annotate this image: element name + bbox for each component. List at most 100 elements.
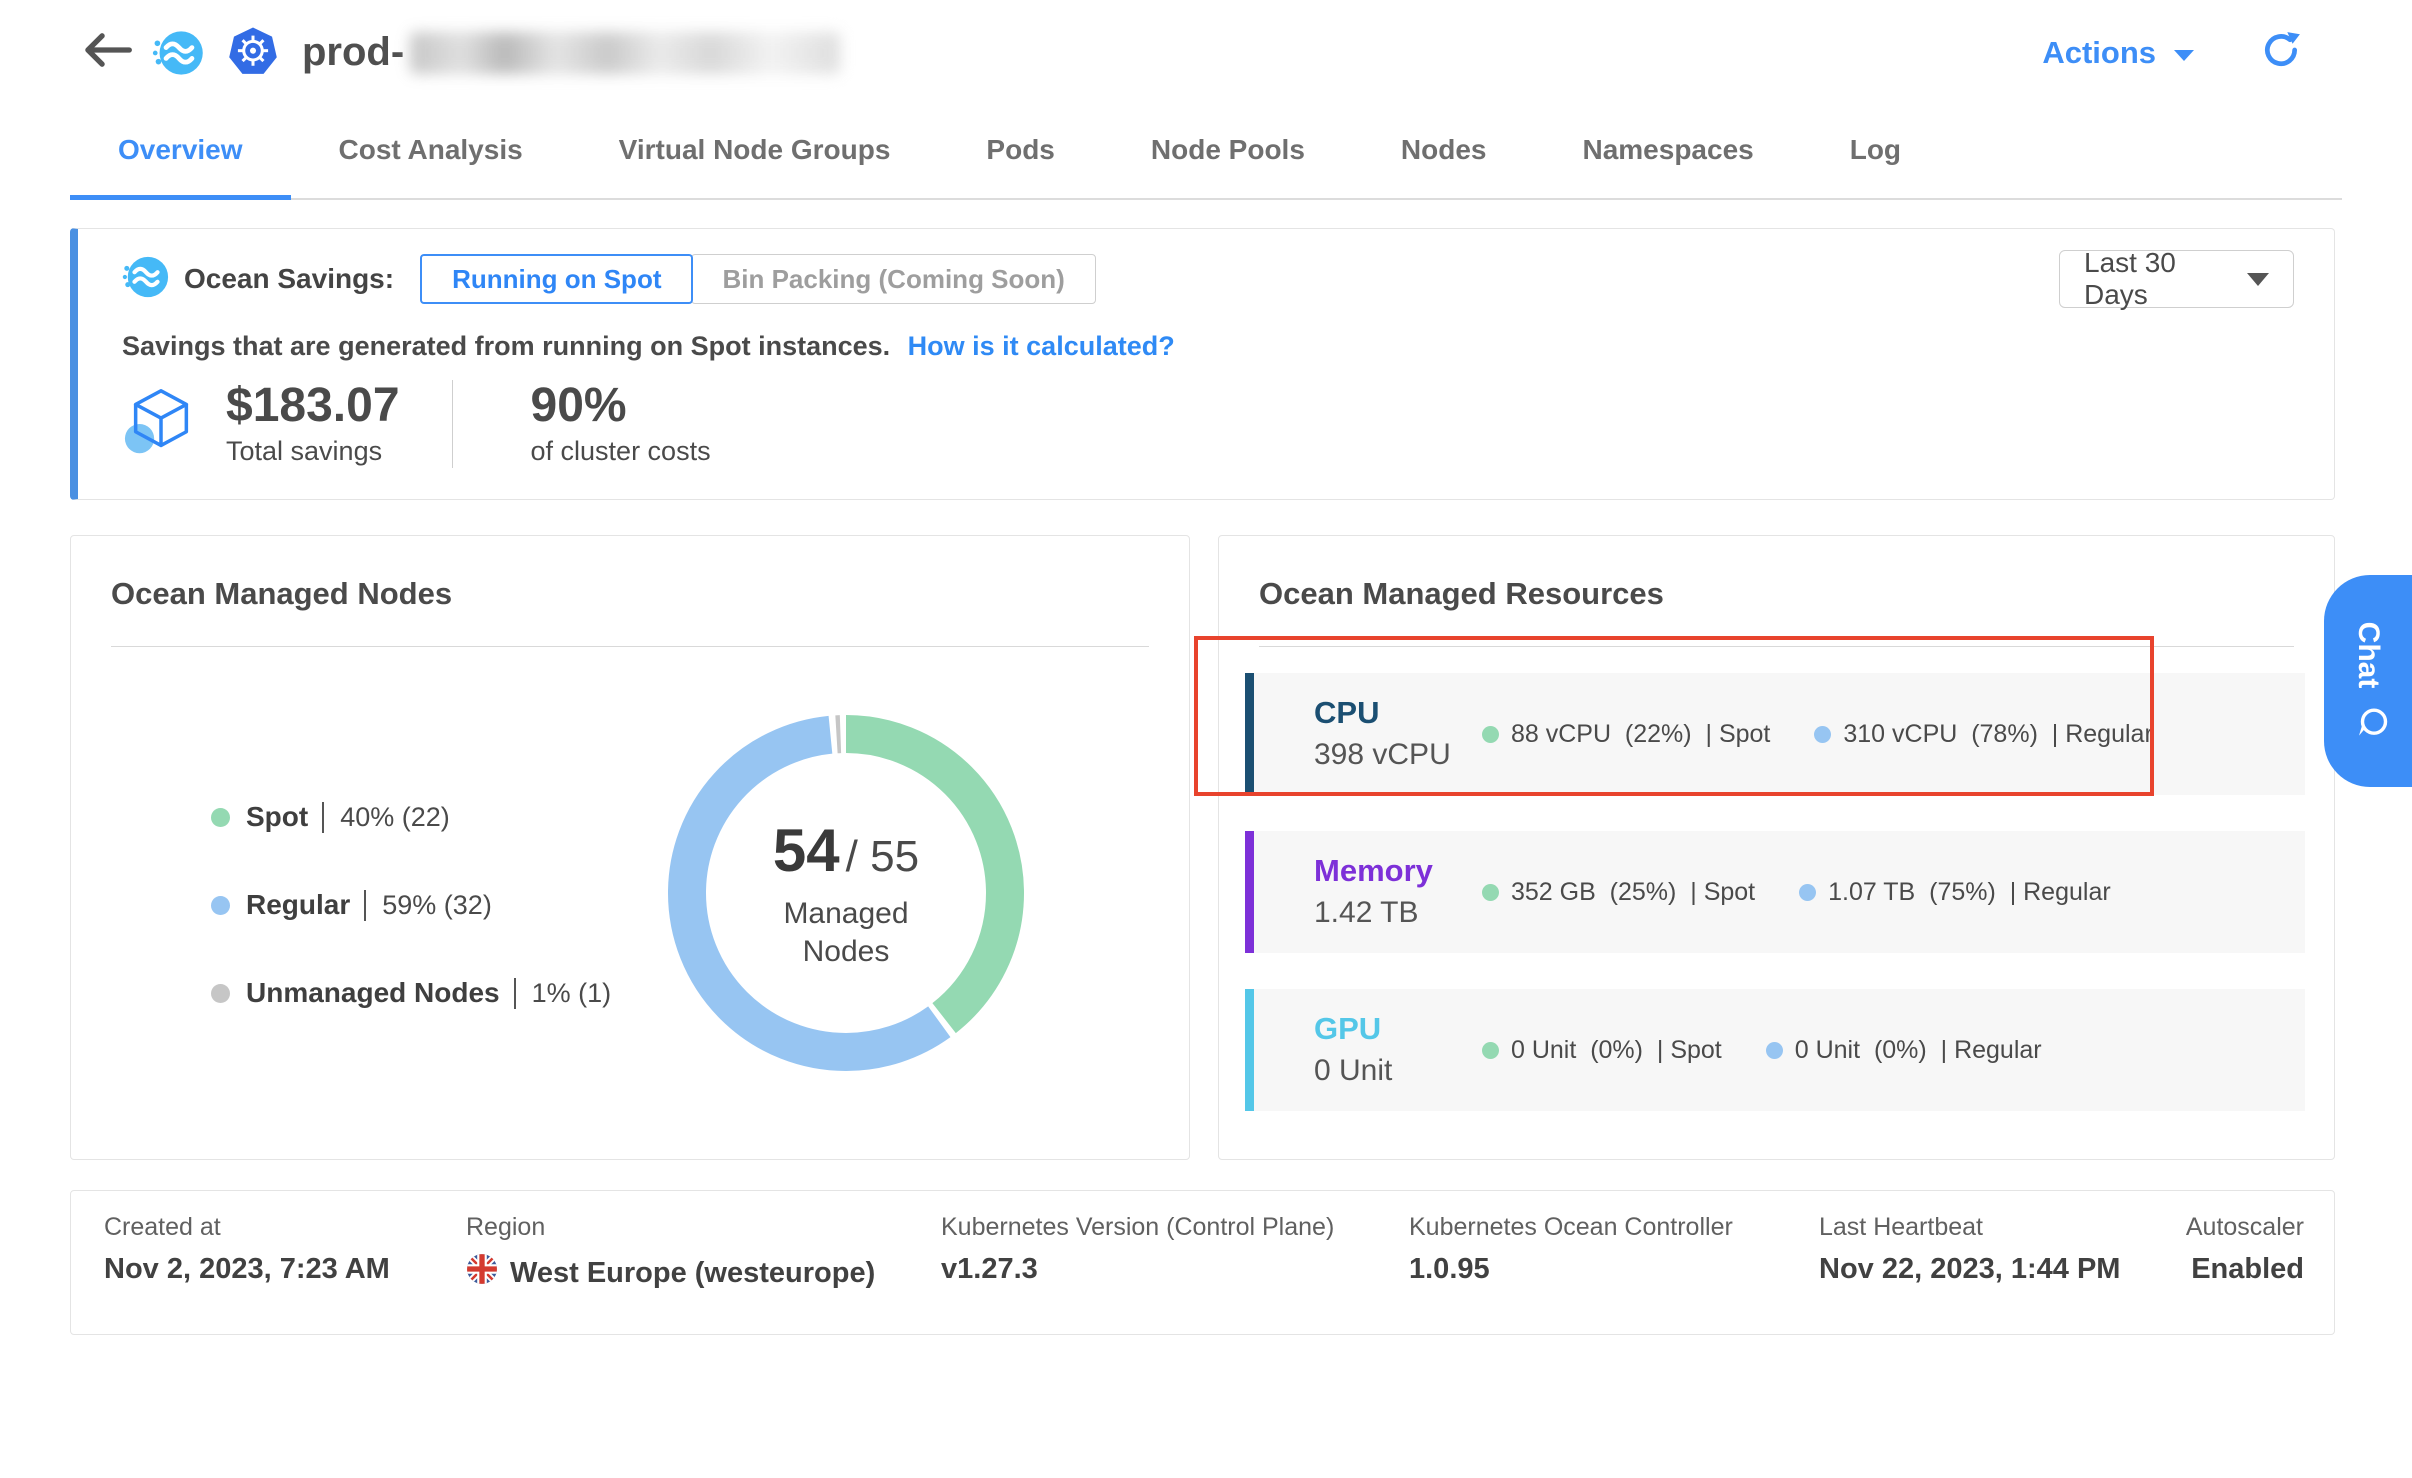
back-button[interactable] <box>82 33 134 73</box>
cpu-spot-stat: 88 vCPU (22%) | Spot <box>1482 720 1770 749</box>
chevron-down-icon <box>2172 35 2196 71</box>
last-heartbeat-value: Nov 22, 2023, 1:44 PM <box>1819 1253 2120 1286</box>
cluster-cost-metric: 90% of cluster costs <box>531 381 711 466</box>
ocean-managed-resources-card: Ocean Managed Resources CPU 398 vCPU 88 … <box>1218 535 2335 1160</box>
dropdown-caret-icon <box>2247 273 2269 286</box>
k8s-version-label: Kubernetes Version (Control Plane) <box>941 1213 1334 1242</box>
k8s-version-value: v1.27.3 <box>941 1253 1038 1286</box>
resource-row-cpu: CPU 398 vCPU 88 vCPU (22%) | Spot 310 vC… <box>1245 673 2305 795</box>
ocean-savings-card: Ocean Savings: Running on Spot Bin Packi… <box>70 228 2335 500</box>
legend-label: Unmanaged Nodes <box>246 977 500 1009</box>
gpu-name: GPU <box>1314 1012 1482 1046</box>
chat-label: Chat <box>2351 622 2385 689</box>
spot-dot-icon <box>211 808 230 827</box>
stat-text: 0 Unit (0%) | Spot <box>1511 1036 1722 1065</box>
autoscaler-label: Autoscaler <box>2186 1213 2304 1242</box>
memory-name: Memory <box>1314 854 1482 888</box>
memory-spot-stat: 352 GB (25%) | Spot <box>1482 878 1755 907</box>
unmanaged-dot-icon <box>211 984 230 1003</box>
region-value: West Europe (westeurope) <box>466 1253 875 1293</box>
divider <box>111 646 1149 647</box>
stat-text: 88 vCPU (22%) | Spot <box>1511 720 1770 749</box>
memory-total-value: 1.42 TB <box>1314 896 1482 930</box>
legend-value: 59% (32) <box>364 890 492 921</box>
legend-label: Regular <box>246 889 350 921</box>
total-count: / 55 <box>846 832 919 882</box>
resource-row-memory: Memory 1.42 TB 352 GB (25%) | Spot 1.07 … <box>1245 831 2305 953</box>
regular-dot-icon <box>211 896 230 915</box>
managed-nodes-title: Ocean Managed Nodes <box>111 576 1149 612</box>
legend-value: 40% (22) <box>322 802 450 833</box>
memory-regular-stat: 1.07 TB (75%) | Regular <box>1799 878 2111 907</box>
gpu-regular-stat: 0 Unit (0%) | Regular <box>1766 1036 2042 1065</box>
legend-label: Spot <box>246 801 308 833</box>
tab-cost-analysis[interactable]: Cost Analysis <box>291 105 571 200</box>
total-savings-metric: $183.07 Total savings <box>226 381 400 466</box>
tab-virtual-node-groups[interactable]: Virtual Node Groups <box>571 105 939 200</box>
redacted-cluster-name <box>410 32 840 74</box>
region-text: West Europe (westeurope) <box>510 1257 875 1290</box>
memory-accent-bar <box>1245 831 1254 953</box>
savings-description: Savings that are generated from running … <box>122 331 890 361</box>
resource-row-gpu: GPU 0 Unit 0 Unit (0%) | Spot 0 Unit (0%… <box>1245 989 2305 1111</box>
regular-dot-icon <box>1766 1042 1783 1059</box>
tab-log[interactable]: Log <box>1802 105 1949 200</box>
chat-bubble-icon <box>2346 704 2390 740</box>
legend-item-regular: Regular 59% (32) <box>211 889 611 921</box>
metric-divider <box>452 380 453 468</box>
cluster-cost-label: of cluster costs <box>531 436 711 467</box>
running-on-spot-toggle[interactable]: Running on Spot <box>420 254 693 304</box>
cpu-regular-stat: 310 vCPU (78%) | Regular <box>1814 720 2152 749</box>
stat-text: 0 Unit (0%) | Regular <box>1795 1036 2042 1065</box>
ocean-managed-nodes-card: Ocean Managed Nodes Spot 40% (22) Regula… <box>70 535 1190 1160</box>
managed-nodes-donut-chart: 54 / 55 Managed Nodes <box>656 703 1036 1083</box>
tab-pods[interactable]: Pods <box>938 105 1102 200</box>
savings-cube-icon <box>122 383 200 466</box>
total-savings-value: $183.07 <box>226 381 400 431</box>
how-calculated-link[interactable]: How is it calculated? <box>908 331 1175 361</box>
tab-nodes[interactable]: Nodes <box>1353 105 1535 200</box>
stat-text: 352 GB (25%) | Spot <box>1511 878 1755 907</box>
nodes-legend: Spot 40% (22) Regular 59% (32) Unmanaged… <box>211 801 611 1009</box>
gpu-total-value: 0 Unit <box>1314 1054 1482 1088</box>
tab-bar: Overview Cost Analysis Virtual Node Grou… <box>70 105 2342 200</box>
ocean-wave-icon <box>122 253 170 306</box>
managed-count: 54 <box>773 816 840 885</box>
region-label: Region <box>466 1213 545 1242</box>
tab-node-pools[interactable]: Node Pools <box>1103 105 1353 200</box>
cluster-title: prod- <box>302 30 840 75</box>
actions-button[interactable]: Actions <box>2042 35 2196 71</box>
created-at-value: Nov 2, 2023, 7:23 AM <box>104 1253 390 1286</box>
cluster-title-prefix: prod- <box>302 30 404 75</box>
ocean-logo-icon <box>152 26 206 80</box>
cpu-name: CPU <box>1314 696 1482 730</box>
tab-overview[interactable]: Overview <box>70 105 291 200</box>
refresh-icon[interactable] <box>2260 29 2302 76</box>
legend-item-spot: Spot 40% (22) <box>211 801 611 833</box>
uk-flag-icon <box>466 1253 498 1293</box>
gpu-accent-bar <box>1245 989 1254 1111</box>
last-heartbeat-label: Last Heartbeat <box>1819 1213 1983 1242</box>
kubernetes-logo-icon <box>224 24 282 82</box>
donut-center-text: 54 / 55 Managed Nodes <box>656 703 1036 1083</box>
period-dropdown[interactable]: Last 30 Days <box>2059 250 2294 308</box>
autoscaler-value: Enabled <box>2191 1253 2304 1286</box>
legend-item-unmanaged: Unmanaged Nodes 1% (1) <box>211 977 611 1009</box>
ocean-controller-value: 1.0.95 <box>1409 1253 1490 1286</box>
regular-dot-icon <box>1814 726 1831 743</box>
gpu-spot-stat: 0 Unit (0%) | Spot <box>1482 1036 1722 1065</box>
ocean-savings-label: Ocean Savings: <box>184 263 394 295</box>
tab-namespaces[interactable]: Namespaces <box>1534 105 1801 200</box>
legend-value: 1% (1) <box>514 978 612 1009</box>
back-arrow-icon <box>82 32 134 73</box>
spot-dot-icon <box>1482 1042 1499 1059</box>
spot-dot-icon <box>1482 884 1499 901</box>
spot-dot-icon <box>1482 726 1499 743</box>
chat-button[interactable]: Chat <box>2324 575 2412 787</box>
managed-resources-title: Ocean Managed Resources <box>1259 576 2294 612</box>
created-at-label: Created at <box>104 1213 221 1242</box>
regular-dot-icon <box>1799 884 1816 901</box>
stat-text: 310 vCPU (78%) | Regular <box>1843 720 2152 749</box>
cluster-cost-percent: 90% <box>531 381 711 431</box>
bin-packing-toggle[interactable]: Bin Packing (Coming Soon) <box>691 254 1095 304</box>
